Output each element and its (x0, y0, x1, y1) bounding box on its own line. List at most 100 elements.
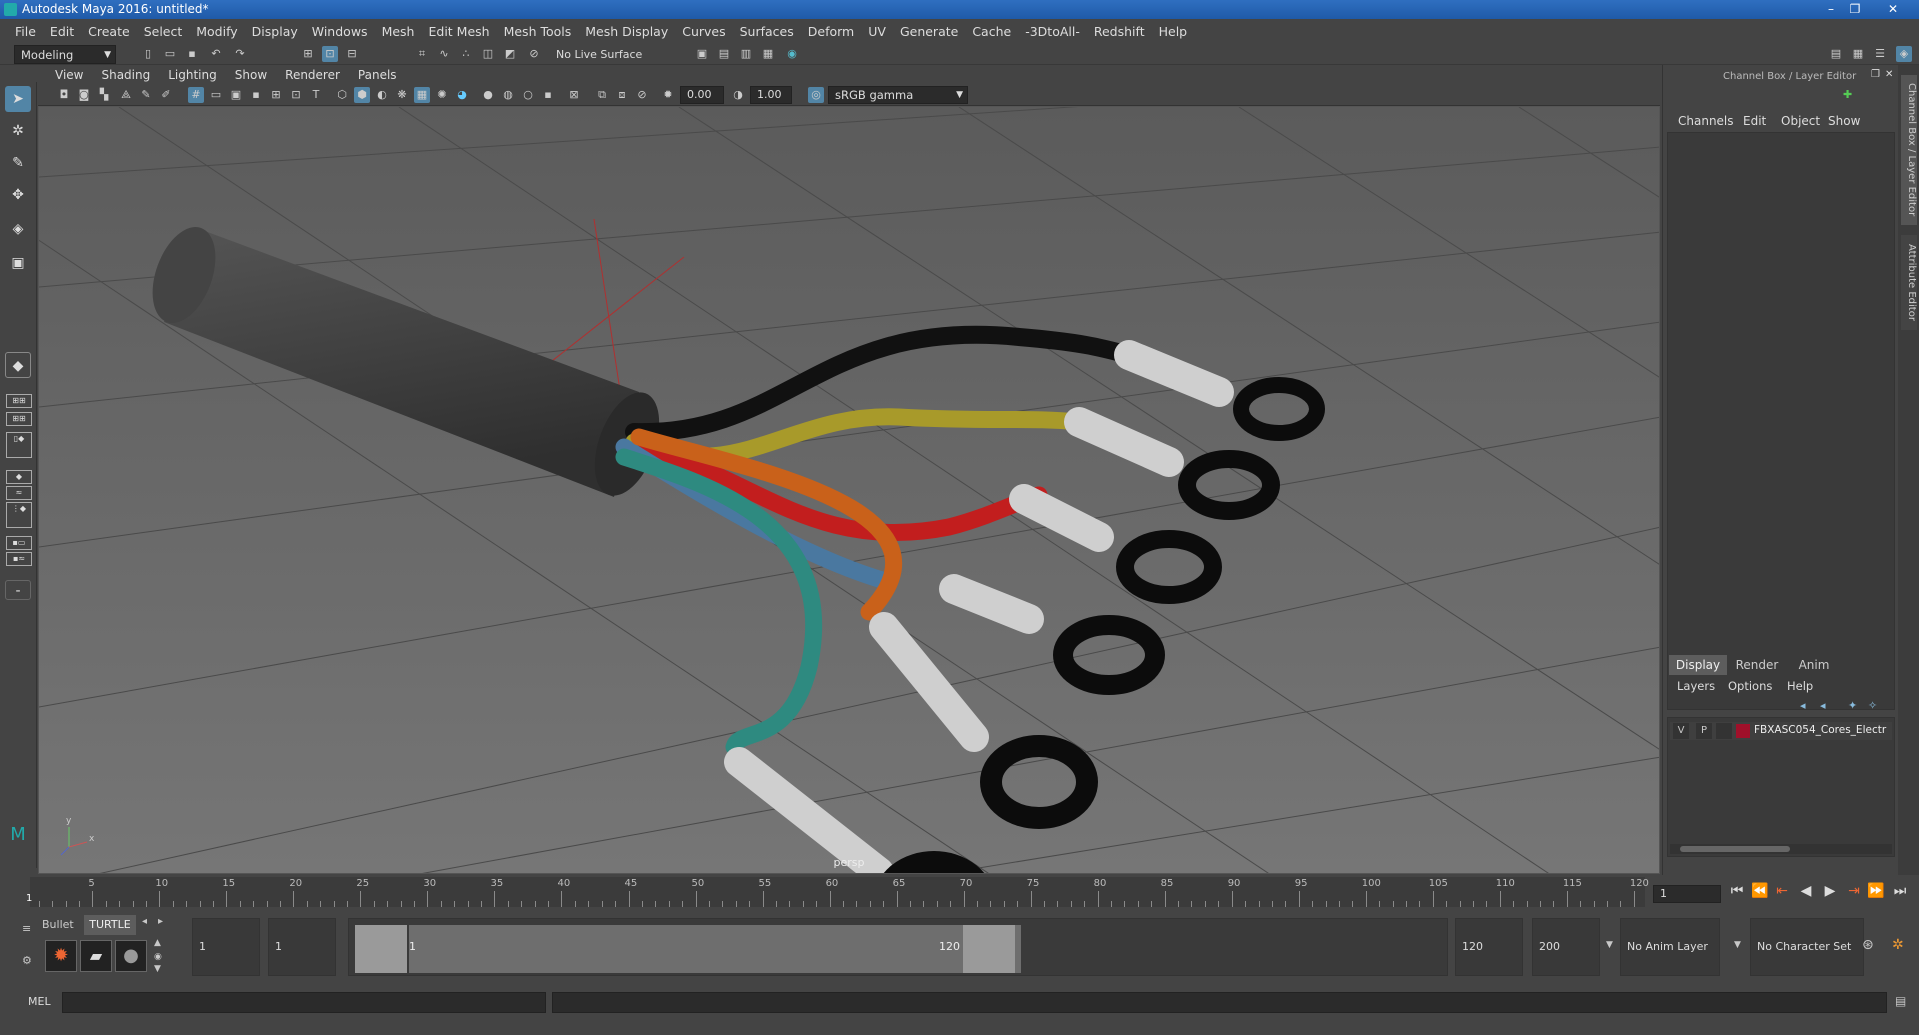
persp-hypershade-icon[interactable]: ⋮◆ (6, 502, 32, 528)
scene-start-field[interactable]: 1 (192, 918, 260, 976)
maya-home-icon[interactable]: M (5, 822, 31, 848)
menu-edit-mesh[interactable]: Edit Mesh (421, 24, 496, 39)
snap-curve-icon[interactable]: ∿ (436, 46, 452, 62)
mel-label[interactable]: MEL (28, 995, 51, 1008)
open-scene-icon[interactable]: ▭ (162, 46, 178, 62)
playback-end-field[interactable]: 120 (1455, 918, 1523, 976)
shelf-options-icon[interactable]: ◉ (154, 952, 162, 962)
key-icon[interactable]: ✚ (1843, 88, 1852, 101)
viewport-menu-lighting[interactable]: Lighting (159, 68, 226, 82)
time-slider[interactable]: 1 1 ⏮ ⏪ ⇤ ◀ ▶ ⇥ ⏩ ⏭ 5 10 15 20 25 30 35 40 45 50 5… (0, 875, 1919, 910)
select-tool-icon[interactable]: ➤ (5, 86, 31, 112)
float-panel-icon[interactable]: ❐ (1871, 69, 1880, 80)
cb-edit-menu[interactable]: Edit (1743, 114, 1766, 128)
xray-components-icon[interactable]: ⊘ (634, 87, 650, 103)
gamma-field[interactable]: 1.00 (750, 86, 792, 104)
live-surface-field[interactable]: No Live Surface (552, 46, 652, 63)
four-view-alt-icon[interactable]: ⊞⊞ (6, 412, 32, 426)
step-back-icon[interactable]: ⏪ (1750, 883, 1770, 899)
previous-key-icon[interactable]: ⇤ (1772, 883, 1792, 899)
film-gate-icon[interactable]: ▭ (208, 87, 224, 103)
menu-3dtoall[interactable]: -3DtoAll- (1018, 24, 1087, 39)
layer-row[interactable]: V P FBXASC054_Cores_Electr (1670, 722, 1892, 740)
safe-action-icon[interactable]: ⊡ (288, 87, 304, 103)
script-editor-icon[interactable]: ▤ (1895, 994, 1906, 1008)
go-to-end-icon[interactable]: ⏭ (1890, 883, 1910, 899)
select-hierarchy-icon[interactable]: ⊞ (300, 46, 316, 62)
layer-display-type[interactable] (1716, 723, 1732, 739)
menu-modify[interactable]: Modify (189, 24, 244, 39)
rotate-tool-icon[interactable]: ◈ (5, 216, 31, 242)
bake-tool-icon[interactable]: ▰ (80, 940, 112, 972)
safe-title-icon[interactable]: T (308, 87, 324, 103)
viewport-menu-panels[interactable]: Panels (349, 68, 406, 82)
layer-playback-toggle[interactable]: P (1696, 723, 1712, 739)
grid-toggle-icon[interactable]: # (188, 87, 204, 103)
channels-menu[interactable]: Channels (1678, 114, 1734, 128)
anim-layer-dropdown[interactable]: No Anim Layer (1620, 918, 1720, 976)
render-tool-icon[interactable]: ✹ (45, 940, 77, 972)
wireframe-icon[interactable]: ⬡ (334, 87, 350, 103)
single-view-icon[interactable]: ◆ (5, 352, 31, 378)
color-management-icon[interactable]: ◎ (808, 87, 824, 103)
resolution-gate-icon[interactable]: ▣ (228, 87, 244, 103)
four-view-icon[interactable]: ⊞⊞ (6, 394, 32, 408)
playback-start-field[interactable]: 1 (268, 918, 336, 976)
undo-icon[interactable]: ↶ (208, 46, 224, 62)
menu-surfaces[interactable]: Surfaces (733, 24, 801, 39)
menu-mesh-tools[interactable]: Mesh Tools (497, 24, 579, 39)
anim-preferences-icon[interactable]: ✲ (1892, 937, 1904, 953)
go-to-start-icon[interactable]: ⏮ (1727, 883, 1747, 899)
shelf-menu-icon[interactable]: ≡ (22, 922, 31, 935)
menu-mesh-display[interactable]: Mesh Display (578, 24, 675, 39)
auto-key-icon[interactable]: ⊛ (1862, 937, 1874, 953)
move-tool-icon[interactable]: ✥ (5, 182, 31, 208)
close-panel-icon[interactable]: ✕ (1885, 69, 1893, 80)
shelf-tab-turtle[interactable]: TURTLE (84, 915, 136, 935)
bookmark-icon[interactable]: ▚ (96, 87, 112, 103)
gamma-icon[interactable]: ◑ (730, 87, 746, 103)
menu-cache[interactable]: Cache (965, 24, 1018, 39)
isolate-select-icon[interactable]: ⊠ (566, 87, 582, 103)
snap-point-icon[interactable]: ∴ (458, 46, 474, 62)
layers-menu[interactable]: Layers (1677, 679, 1715, 693)
mel-input[interactable] (62, 992, 546, 1013)
menu-edit[interactable]: Edit (43, 24, 81, 39)
menu-mesh[interactable]: Mesh (375, 24, 422, 39)
mode-dropdown[interactable]: Modeling ▼ (14, 45, 116, 64)
exposure-icon[interactable]: ✹ (660, 87, 676, 103)
shelf-settings-icon[interactable]: ⚙ (22, 954, 32, 967)
snap-view-icon[interactable]: ◫ (480, 46, 496, 62)
persp-graph-icon[interactable]: ◆ (6, 470, 32, 484)
channel-box-toggle-icon[interactable]: ◈ (1896, 46, 1912, 62)
field-chart-icon[interactable]: ⊞ (268, 87, 284, 103)
new-layer-selected-icon[interactable]: ✧ (1868, 699, 1877, 712)
viewport-menu-show[interactable]: Show (226, 68, 276, 82)
anti-aliasing-icon[interactable]: ○ (520, 87, 536, 103)
close-button[interactable]: ✕ (1882, 0, 1904, 19)
range-slider-bar[interactable] (409, 925, 1021, 973)
viewport-menu-renderer[interactable]: Renderer (276, 68, 349, 82)
menu-file[interactable]: File (8, 24, 43, 39)
menu-display[interactable]: Display (245, 24, 305, 39)
hypershade-icon[interactable]: ◉ (784, 46, 800, 62)
layer-color-swatch[interactable] (1736, 724, 1750, 738)
shader-ball-icon[interactable]: ● (115, 940, 147, 972)
lasso-tool-icon[interactable]: ✲ (5, 118, 31, 144)
2d-pan-icon[interactable]: ✐ (158, 87, 174, 103)
select-component-icon[interactable]: ⊟ (344, 46, 360, 62)
restore-button[interactable]: ❐ (1844, 0, 1866, 19)
help-menu[interactable]: Help (1787, 679, 1813, 693)
camera-icon[interactable]: ◘ (56, 87, 72, 103)
layer-visibility-toggle[interactable]: V (1673, 723, 1689, 739)
save-scene-icon[interactable]: ▪ (184, 46, 200, 62)
ipr-render-icon[interactable]: ▥ (738, 46, 754, 62)
textured-icon[interactable]: ❋ (394, 87, 410, 103)
cb-object-menu[interactable]: Object (1781, 114, 1820, 128)
shelf-scroll-right-icon[interactable]: ▸ (158, 916, 163, 927)
gate-mask-icon[interactable]: ▪ (248, 87, 264, 103)
layer-name[interactable]: FBXASC054_Cores_Electr (1754, 724, 1886, 736)
move-layer-up-icon[interactable]: ◂ (1800, 699, 1806, 712)
side-tab-channel-box[interactable]: Channel Box / Layer Editor (1901, 75, 1917, 225)
render-frame-icon[interactable]: ▤ (716, 46, 732, 62)
